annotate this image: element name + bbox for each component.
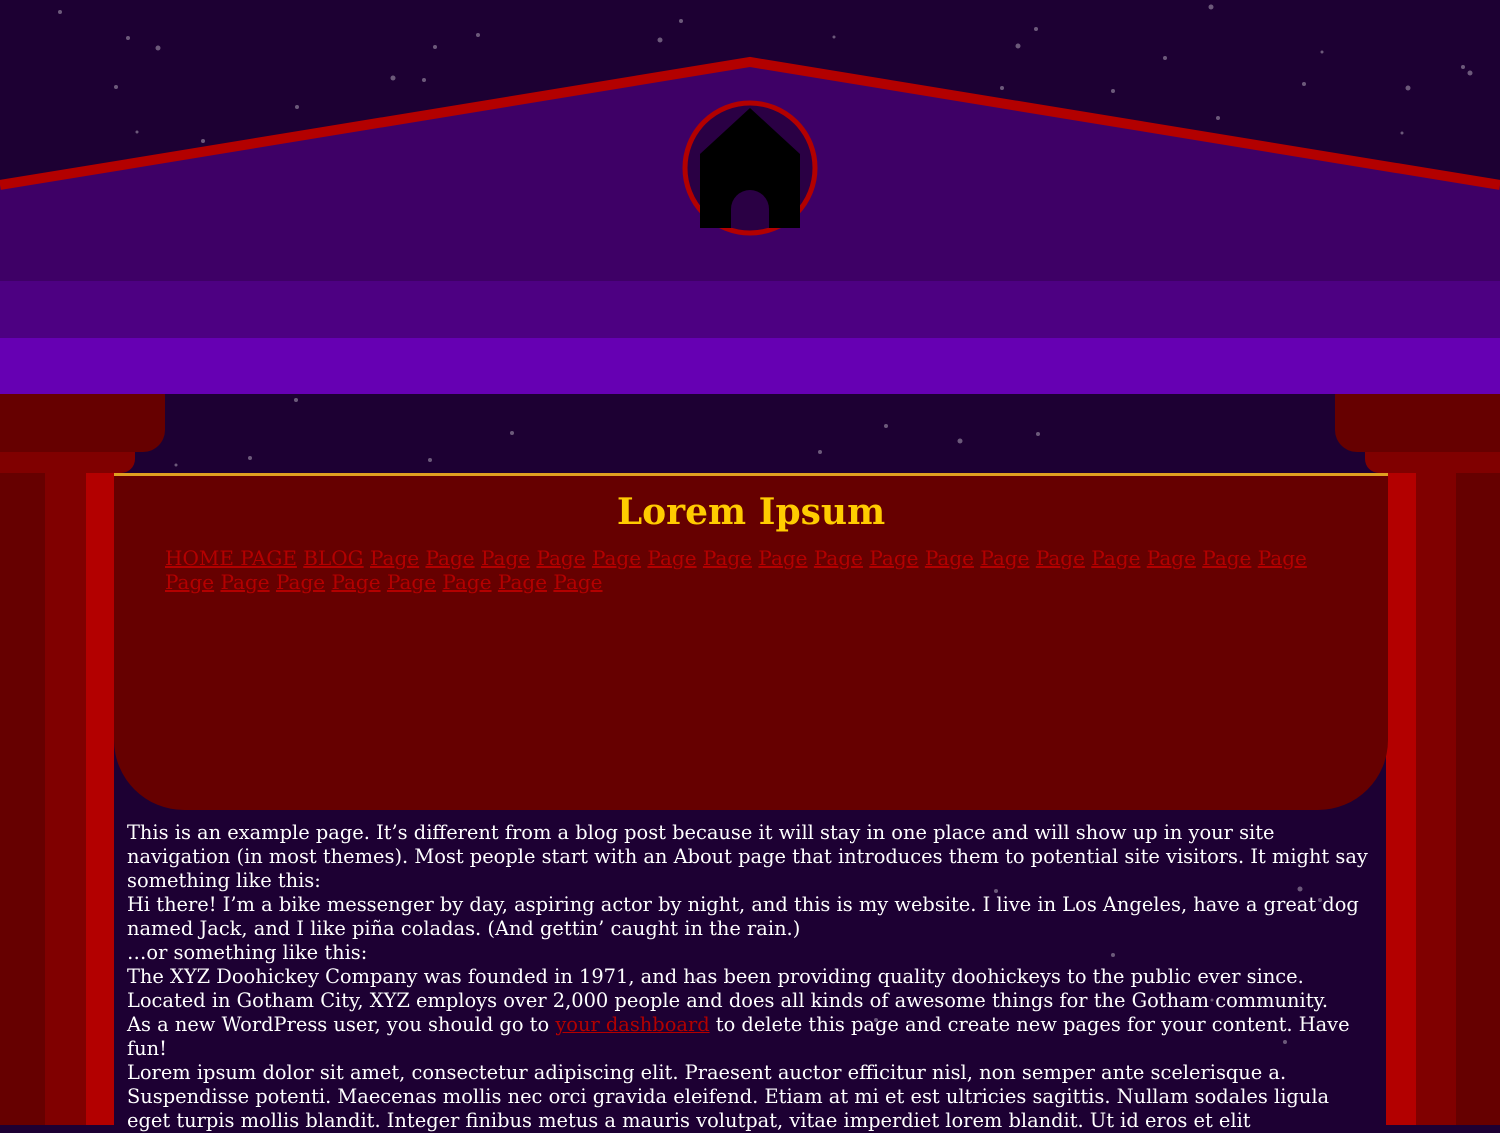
column-left-body — [45, 473, 86, 1125]
content-paragraph: The XYZ Doohickey Company was founded in… — [127, 965, 1329, 1012]
nav-item-blog[interactable]: BLOG — [303, 546, 363, 570]
nav-item-page[interactable]: Page — [1036, 546, 1085, 570]
nav-item-page[interactable]: Page — [1147, 546, 1196, 570]
nav-item-page[interactable]: Page — [814, 546, 863, 570]
content-paragraph: …or something like this: — [127, 941, 368, 964]
nav-item-page[interactable]: Page — [869, 546, 918, 570]
logo-emblem[interactable] — [682, 100, 818, 236]
column-capital-right-lower — [1365, 452, 1500, 473]
content-paragraph: Hi there! I’m a bike messenger by day, a… — [127, 893, 1359, 940]
dashboard-link[interactable]: your dashboard — [555, 1013, 709, 1036]
nav-item-page[interactable]: Page — [1258, 546, 1307, 570]
nav-item-page[interactable]: Page — [165, 570, 214, 594]
nav-item-page[interactable]: Page — [592, 546, 641, 570]
column-left-highlight — [86, 473, 114, 1125]
page-content: This is an example page. It’s different … — [127, 821, 1377, 1133]
column-capital-left — [0, 394, 165, 452]
column-right-body — [1416, 473, 1456, 1125]
nav-item-home[interactable]: HOME PAGE — [165, 546, 297, 570]
column-capital-right — [1335, 394, 1500, 452]
nav-item-page[interactable]: Page — [425, 546, 474, 570]
nav-item-page[interactable]: Page — [703, 546, 752, 570]
column-left-shadow — [0, 473, 45, 1125]
nav-item-page[interactable]: Page — [536, 546, 585, 570]
nav-item-page[interactable]: Page — [758, 546, 807, 570]
nav-item-page[interactable]: Page — [331, 570, 380, 594]
column-right-shadow — [1456, 473, 1500, 1125]
content-paragraph: As a new WordPress user, you should go t… — [127, 1013, 1377, 1061]
nav-item-page[interactable]: Page — [553, 570, 602, 594]
content-paragraph: This is an example page. It’s different … — [127, 821, 1368, 892]
nav-item-page[interactable]: Page — [647, 546, 696, 570]
frieze-upper — [0, 281, 1500, 338]
site-title: Lorem Ipsum — [616, 491, 886, 533]
main-navigation: HOME PAGE BLOG Page Page Page Page Page … — [165, 546, 1335, 594]
nav-item-page[interactable]: Page — [1202, 546, 1251, 570]
nav-item-page[interactable]: Page — [1091, 546, 1140, 570]
nav-item-page[interactable]: Page — [498, 570, 547, 594]
nav-item-page[interactable]: Page — [481, 546, 530, 570]
column-right-highlight — [1386, 473, 1416, 1125]
nav-item-page[interactable]: Page — [980, 546, 1029, 570]
frieze-lower — [0, 338, 1500, 394]
site-header: Lorem Ipsum HOME PAGE BLOG Page Page Pag… — [114, 473, 1388, 810]
column-capital-left-lower — [0, 452, 135, 473]
content-paragraph: Lorem ipsum dolor sit amet, consectetur … — [127, 1061, 1330, 1132]
nav-item-page[interactable]: Page — [925, 546, 974, 570]
nav-item-page[interactable]: Page — [220, 570, 269, 594]
nav-item-page[interactable]: Page — [276, 570, 325, 594]
nav-item-page[interactable]: Page — [442, 570, 491, 594]
dashboard-text-before: As a new WordPress user, you should go t… — [127, 1013, 556, 1036]
nav-item-page[interactable]: Page — [370, 546, 419, 570]
nav-item-page[interactable]: Page — [387, 570, 436, 594]
